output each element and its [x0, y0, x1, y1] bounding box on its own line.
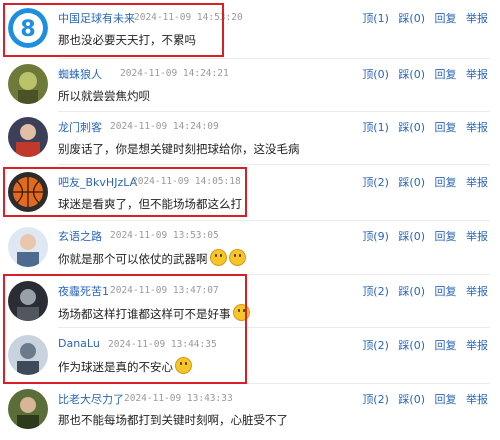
downvote-button[interactable]: 踩(0) — [398, 393, 425, 406]
emoji-icon — [175, 357, 192, 374]
report-button[interactable]: 举报 — [466, 12, 488, 25]
comment-actions: 顶(2) 踩(0) 回复 举报 — [356, 174, 488, 190]
comment-text: 所以就尝尝焦灼呗 — [58, 89, 150, 103]
reply-button[interactable]: 回复 — [435, 285, 457, 298]
reply-button[interactable]: 回复 — [435, 121, 457, 134]
comment-item: 吧友_BkvHJzLA 2024-11-09 14:05:18 球迷是看爽了，但… — [0, 165, 500, 220]
comment-text: 场场都这样打谁都这样可不是好事 — [58, 304, 250, 322]
comment-item: 蜘蛛狼人 2024-11-09 14:24:21 所以就尝尝焦灼呗 顶(0) 踩… — [0, 58, 500, 112]
basketball-avatar-icon[interactable] — [8, 172, 48, 212]
upvote-button[interactable]: 顶(2) — [362, 176, 389, 189]
photo-avatar-icon[interactable] — [8, 335, 48, 375]
comment-username[interactable]: 比老大尽力了 — [58, 391, 124, 407]
emoji-icon — [228, 249, 246, 266]
reply-button[interactable]: 回复 — [435, 176, 457, 189]
upvote-button[interactable]: 顶(1) — [362, 12, 389, 25]
comment-timestamp: 2024-11-09 14:05:18 — [132, 176, 241, 187]
comment-username[interactable]: 中国足球有未来 — [58, 10, 135, 26]
upvote-button[interactable]: 顶(0) — [362, 68, 389, 81]
comment-text: 你就是那个可以依仗的武器啊 — [58, 249, 246, 267]
report-button[interactable]: 举报 — [466, 339, 488, 352]
comment-actions: 顶(2) 踩(0) 回复 举报 — [356, 337, 488, 353]
emoji-icon — [209, 249, 227, 266]
comment-text-content: 作为球迷是真的不安心 — [58, 360, 173, 374]
comment-text: 作为球迷是真的不安心 — [58, 357, 192, 375]
reply-button[interactable]: 回复 — [435, 230, 457, 243]
comment-item: DanaLu 2024-11-09 13:44:35 作为球迷是真的不安心 顶(… — [0, 328, 500, 383]
comment-text: 那也不能每场都打到关键时刻啊，心脏受不了 — [58, 413, 288, 427]
comment-actions: 顶(2) 踩(0) 回复 举报 — [356, 391, 488, 407]
reply-button[interactable]: 回复 — [435, 12, 457, 25]
report-button[interactable]: 举报 — [466, 285, 488, 298]
reply-button[interactable]: 回复 — [435, 68, 457, 81]
upvote-button[interactable]: 顶(9) — [362, 230, 389, 243]
reply-button[interactable]: 回复 — [435, 393, 457, 406]
upvote-button[interactable]: 顶(2) — [362, 285, 389, 298]
downvote-button[interactable]: 踩(0) — [398, 12, 425, 25]
comment-text-content: 你就是那个可以依仗的武器啊 — [58, 252, 208, 266]
comment-username[interactable]: 龙门刺客 — [58, 119, 102, 135]
report-button[interactable]: 举报 — [466, 68, 488, 81]
comment-actions: 顶(2) 踩(0) 回复 举报 — [356, 283, 488, 299]
svg-text:8: 8 — [20, 17, 35, 42]
comment-username[interactable]: DanaLu — [58, 337, 100, 350]
downvote-button[interactable]: 踩(0) — [398, 68, 425, 81]
comment-timestamp: 2024-11-09 14:53:20 — [134, 12, 243, 23]
photo-avatar-icon[interactable] — [8, 117, 48, 157]
comment-username[interactable]: 吧友_BkvHJzLA — [58, 174, 137, 190]
report-button[interactable]: 举报 — [466, 176, 488, 189]
comment-timestamp: 2024-11-09 13:44:35 — [108, 339, 217, 350]
photo-avatar-icon[interactable] — [8, 64, 48, 104]
comment-actions: 顶(9) 踩(0) 回复 举报 — [356, 228, 488, 244]
comment-actions: 顶(1) 踩(0) 回复 举报 — [356, 119, 488, 135]
photo-avatar-icon[interactable] — [8, 389, 48, 429]
comment-item: 龙门刺客 2024-11-09 14:24:09 别废话了，你是想关键时刻把球给… — [0, 111, 500, 165]
comment-actions: 顶(1) 踩(0) 回复 举报 — [356, 10, 488, 26]
comment-item: 玄语之路 2024-11-09 13:53:05 你就是那个可以依仗的武器啊 顶… — [0, 220, 500, 274]
downvote-button[interactable]: 踩(0) — [398, 339, 425, 352]
emoji-icon — [232, 304, 250, 321]
comment-text: 球迷是看爽了，但不能场场都这么打 — [58, 197, 242, 211]
comment-actions: 顶(0) 踩(0) 回复 举报 — [356, 66, 488, 82]
downvote-button[interactable]: 踩(0) — [398, 230, 425, 243]
comment-username[interactable]: 夜霾死苦1 — [58, 283, 109, 299]
report-button[interactable]: 举报 — [466, 121, 488, 134]
comment-timestamp: 2024-11-09 13:43:33 — [124, 393, 233, 404]
upvote-button[interactable]: 顶(2) — [362, 393, 389, 406]
divider — [58, 274, 490, 275]
report-button[interactable]: 举报 — [466, 230, 488, 243]
comment-timestamp: 2024-11-09 13:47:07 — [110, 285, 219, 296]
downvote-button[interactable]: 踩(0) — [398, 176, 425, 189]
number-8-avatar-icon[interactable]: 8 — [8, 8, 48, 48]
comment-item: 夜霾死苦1 2024-11-09 13:47:07 场场都这样打谁都这样可不是好… — [0, 276, 500, 328]
comment-username[interactable]: 玄语之路 — [58, 228, 102, 244]
comment-timestamp: 2024-11-09 13:53:05 — [110, 230, 219, 241]
comment-text-content: 场场都这样打谁都这样可不是好事 — [58, 307, 231, 321]
downvote-button[interactable]: 踩(0) — [398, 285, 425, 298]
comment-timestamp: 2024-11-09 14:24:21 — [120, 68, 229, 79]
upvote-button[interactable]: 顶(2) — [362, 339, 389, 352]
reply-button[interactable]: 回复 — [435, 339, 457, 352]
downvote-button[interactable]: 踩(0) — [398, 121, 425, 134]
comment-text: 别废话了，你是想关键时刻把球给你，这没毛病 — [58, 142, 300, 156]
comment-item: 比老大尽力了 2024-11-09 13:43:33 那也不能每场都打到关键时刻… — [0, 383, 500, 440]
photo-avatar-icon[interactable] — [8, 281, 48, 321]
photo-avatar-icon[interactable] — [8, 227, 48, 267]
comment-text: 那也没必要天天打，不累吗 — [58, 33, 196, 47]
comment-timestamp: 2024-11-09 14:24:09 — [110, 121, 219, 132]
comment-item: 8 中国足球有未来 2024-11-09 14:53:20 那也没必要天天打，不… — [0, 0, 500, 58]
comment-username[interactable]: 蜘蛛狼人 — [58, 66, 102, 82]
upvote-button[interactable]: 顶(1) — [362, 121, 389, 134]
report-button[interactable]: 举报 — [466, 393, 488, 406]
